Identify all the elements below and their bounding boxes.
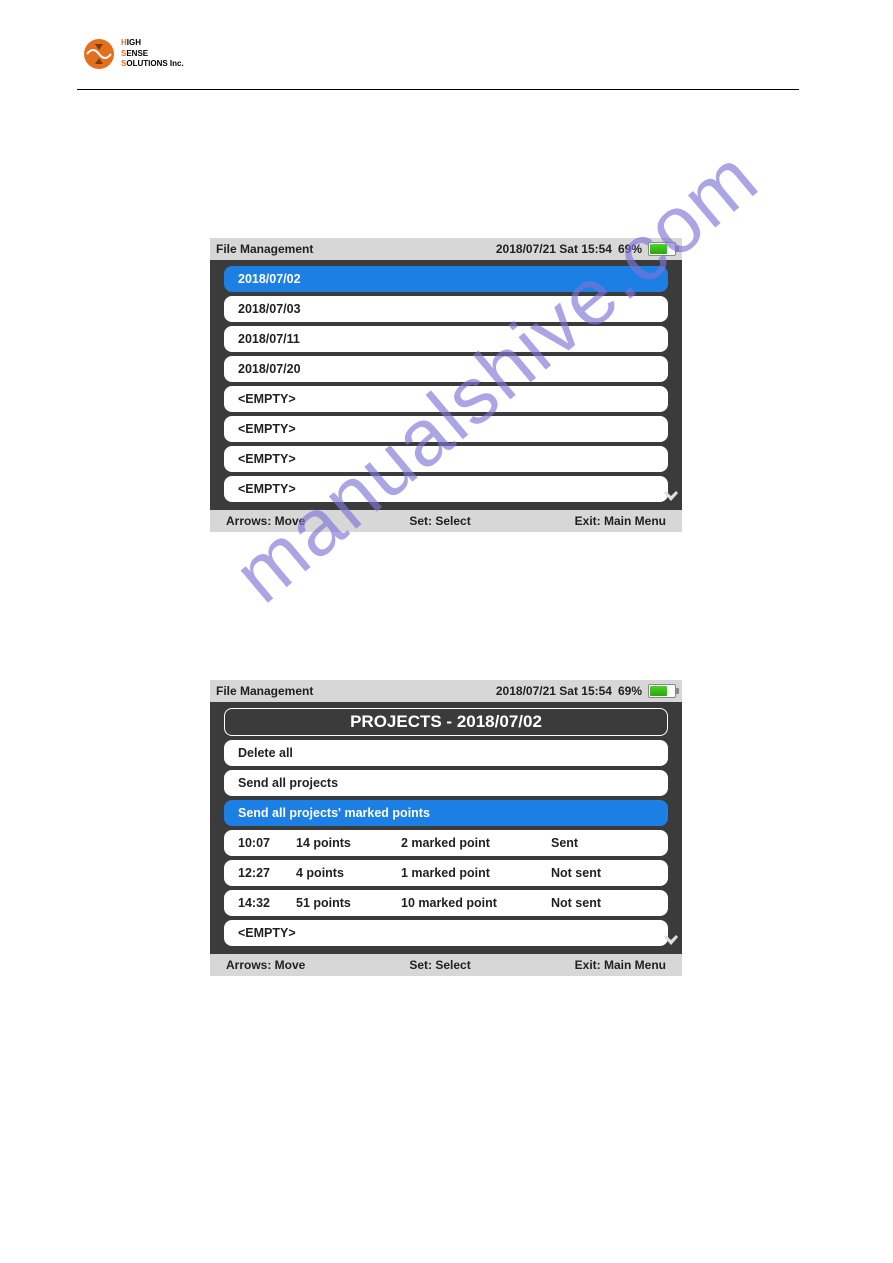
datetime: 2018/07/21 Sat 15:54	[496, 242, 612, 256]
status-right: 2018/07/21 Sat 15:54 69%	[496, 684, 676, 698]
battery-icon	[648, 242, 676, 256]
file-row[interactable]: 2018/07/03	[224, 296, 668, 322]
down-arrow-icon[interactable]	[662, 488, 680, 506]
footer-bar: Arrows: Move Set: Select Exit: Main Menu	[210, 954, 682, 976]
device-screenshot-2: File Management 2018/07/21 Sat 15:54 69%…	[210, 680, 682, 976]
battery-percent: 69%	[618, 242, 642, 256]
screen-body: PROJECTS - 2018/07/02 Delete all Send al…	[210, 702, 682, 954]
file-row[interactable]: 2018/07/02	[224, 266, 668, 292]
hint-set: Set: Select	[409, 958, 470, 972]
file-row[interactable]: <EMPTY>	[224, 476, 668, 502]
company-logo: HIGH SENSE SOLUTIONS Inc.	[83, 38, 184, 70]
logo-icon	[83, 38, 115, 70]
screen-title: File Management	[216, 242, 313, 256]
project-points: 14 points	[296, 836, 401, 850]
project-row[interactable]: 10:07 14 points 2 marked point Sent	[224, 830, 668, 856]
file-row[interactable]: <EMPTY>	[224, 386, 668, 412]
battery-icon	[648, 684, 676, 698]
action-send-all-marked-points[interactable]: Send all projects' marked points	[224, 800, 668, 826]
file-row[interactable]: <EMPTY>	[224, 416, 668, 442]
project-time: 10:07	[238, 836, 296, 850]
project-status: Not sent	[551, 896, 654, 910]
battery-percent: 69%	[618, 684, 642, 698]
project-status: Sent	[551, 836, 654, 850]
footer-bar: Arrows: Move Set: Select Exit: Main Menu	[210, 510, 682, 532]
status-bar: File Management 2018/07/21 Sat 15:54 69%	[210, 238, 682, 260]
file-row[interactable]: 2018/07/20	[224, 356, 668, 382]
project-marked: 2 marked point	[401, 836, 551, 850]
status-right: 2018/07/21 Sat 15:54 69%	[496, 242, 676, 256]
action-send-all-projects[interactable]: Send all projects	[224, 770, 668, 796]
project-status: Not sent	[551, 866, 654, 880]
down-arrow-icon[interactable]	[662, 932, 680, 950]
action-delete-all[interactable]: Delete all	[224, 740, 668, 766]
screen-title: File Management	[216, 684, 313, 698]
project-points: 4 points	[296, 866, 401, 880]
datetime: 2018/07/21 Sat 15:54	[496, 684, 612, 698]
page-header: HIGH SENSE SOLUTIONS Inc.	[77, 30, 799, 90]
company-name: HIGH SENSE SOLUTIONS Inc.	[121, 38, 184, 69]
project-points: 51 points	[296, 896, 401, 910]
project-time: 14:32	[238, 896, 296, 910]
screen-body: 2018/07/02 2018/07/03 2018/07/11 2018/07…	[210, 260, 682, 510]
project-row[interactable]: 14:32 51 points 10 marked point Not sent	[224, 890, 668, 916]
manual-page: HIGH SENSE SOLUTIONS Inc. manualshive.co…	[0, 0, 893, 1263]
hint-exit: Exit: Main Menu	[575, 958, 666, 972]
project-marked: 10 marked point	[401, 896, 551, 910]
hint-exit: Exit: Main Menu	[575, 514, 666, 528]
hint-set: Set: Select	[409, 514, 470, 528]
hint-arrows: Arrows: Move	[226, 958, 305, 972]
project-row[interactable]: 12:27 4 points 1 marked point Not sent	[224, 860, 668, 886]
project-time: 12:27	[238, 866, 296, 880]
project-row-empty[interactable]: <EMPTY>	[224, 920, 668, 946]
file-row[interactable]: 2018/07/11	[224, 326, 668, 352]
status-bar: File Management 2018/07/21 Sat 15:54 69%	[210, 680, 682, 702]
project-marked: 1 marked point	[401, 866, 551, 880]
file-row[interactable]: <EMPTY>	[224, 446, 668, 472]
hint-arrows: Arrows: Move	[226, 514, 305, 528]
projects-header: PROJECTS - 2018/07/02	[224, 708, 668, 736]
device-screenshot-1: File Management 2018/07/21 Sat 15:54 69%…	[210, 238, 682, 532]
